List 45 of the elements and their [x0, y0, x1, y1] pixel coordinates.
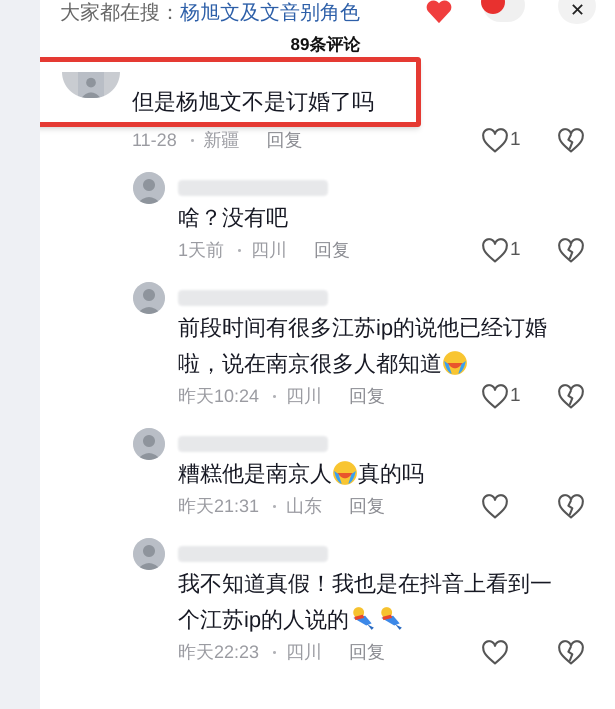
dislike-button[interactable]: [558, 494, 584, 520]
broken-heart-icon: [558, 128, 584, 154]
user-avatar: [133, 172, 165, 204]
comment-location: 四川: [286, 641, 322, 664]
comment-time: 11-28: [132, 129, 177, 152]
like-button[interactable]: 1: [482, 126, 534, 155]
comment-count-title: 89条评论: [290, 34, 362, 56]
search-hint-label: 大家都在搜：: [60, 1, 180, 26]
like-button[interactable]: 1: [482, 382, 534, 411]
comment-location: 四川: [251, 239, 288, 262]
user-avatar: [62, 72, 120, 98]
user-avatar: [133, 428, 165, 460]
like-count: 1: [510, 384, 521, 408]
reply-button[interactable]: 回复: [349, 493, 386, 520]
like-count: 1: [510, 238, 521, 262]
close-icon: [570, 3, 584, 16]
comment-time: 1天前: [178, 239, 224, 262]
comment-text: 但是杨旭文不是订婚了吗: [132, 88, 375, 116]
broken-heart-icon: [558, 640, 584, 666]
like-button[interactable]: 1: [482, 236, 534, 265]
comment-time: 昨天22:23: [178, 641, 260, 664]
user-avatar: [133, 538, 165, 570]
reply-button[interactable]: 回复: [349, 383, 386, 410]
dislike-button[interactable]: [558, 384, 584, 410]
like-count: 1: [510, 128, 521, 152]
search-hint-link[interactable]: 杨旭文及文音别角色: [180, 0, 360, 26]
comment-text: 前段时间有很多江苏ip的说他已经订婚啦，说在南京很多人都知道: [178, 314, 548, 378]
broken-heart-icon: [558, 384, 584, 410]
reply-button[interactable]: 回复: [314, 237, 350, 264]
broken-heart-icon: [558, 238, 584, 264]
comment-location: 四川: [286, 385, 322, 408]
comment-time: 昨天21:31: [178, 495, 260, 518]
comment-time: 昨天10:24: [178, 385, 260, 408]
comment-location: 新疆: [204, 129, 240, 152]
comment-text: 啥？没有吧: [178, 204, 289, 232]
dislike-button[interactable]: [558, 238, 584, 264]
dislike-button[interactable]: [558, 128, 584, 154]
comment-text: 我不知道真假！我也是在抖音上看到一个江苏ip的人说的: [178, 570, 553, 634]
reply-button[interactable]: 回复: [266, 127, 303, 154]
dislike-button[interactable]: [558, 640, 584, 666]
comment-text: 糟糕他是南京人 真的吗: [178, 458, 425, 488]
user-avatar: [133, 282, 165, 314]
comment-location: 山东: [286, 495, 322, 518]
broken-heart-icon: [558, 494, 584, 520]
reply-button[interactable]: 回复: [349, 639, 386, 666]
